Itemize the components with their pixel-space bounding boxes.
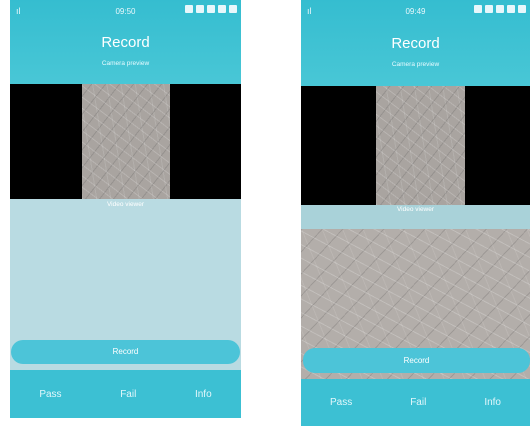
bottom-nav: Pass Fail Info: [10, 370, 241, 418]
signal-icon: ıl: [16, 6, 21, 16]
camera-preview: [301, 86, 530, 205]
status-icon: [474, 5, 482, 13]
status-icons: [474, 5, 526, 13]
battery-icon: [518, 5, 526, 13]
video-viewer-label: Video viewer: [106, 201, 145, 208]
wifi-icon: [496, 5, 504, 13]
status-icon: [196, 5, 204, 13]
signal-icon: ıl: [307, 6, 312, 16]
record-button[interactable]: Record: [303, 348, 530, 373]
sound-icon: [218, 5, 226, 13]
fail-button[interactable]: Fail: [410, 397, 426, 408]
battery-icon: [229, 5, 237, 13]
camera-preview-label: Camera preview: [101, 60, 150, 67]
camera-preview: [10, 84, 241, 199]
pass-button[interactable]: Pass: [39, 389, 61, 400]
wifi-icon: [207, 5, 215, 13]
pass-button[interactable]: Pass: [330, 397, 352, 408]
camera-feed-image: [82, 84, 170, 199]
page-title: Record: [391, 35, 440, 52]
camera-feed-image: [376, 86, 465, 205]
status-bar: ıl 09:50: [10, 0, 241, 22]
phone-screen-right: ıl 09:49 Record Camera preview Video vie…: [301, 0, 530, 426]
status-icon: [485, 5, 493, 13]
status-icons: [185, 5, 237, 13]
status-bar: ıl 09:49: [301, 0, 530, 22]
info-button[interactable]: Info: [195, 389, 212, 400]
info-button[interactable]: Info: [484, 397, 501, 408]
page-title: Record: [101, 34, 150, 51]
record-button[interactable]: Record: [11, 340, 240, 364]
fail-button[interactable]: Fail: [120, 389, 136, 400]
bottom-nav: Pass Fail Info: [301, 379, 530, 426]
video-viewer-label: Video viewer: [396, 206, 435, 213]
phone-screen-left: ıl 09:50 Record Camera preview Video vie…: [10, 0, 241, 418]
camera-preview-label: Camera preview: [391, 61, 440, 68]
sound-icon: [507, 5, 515, 13]
status-time: 09:49: [405, 6, 426, 16]
status-icon: [185, 5, 193, 13]
status-time: 09:50: [115, 6, 136, 16]
